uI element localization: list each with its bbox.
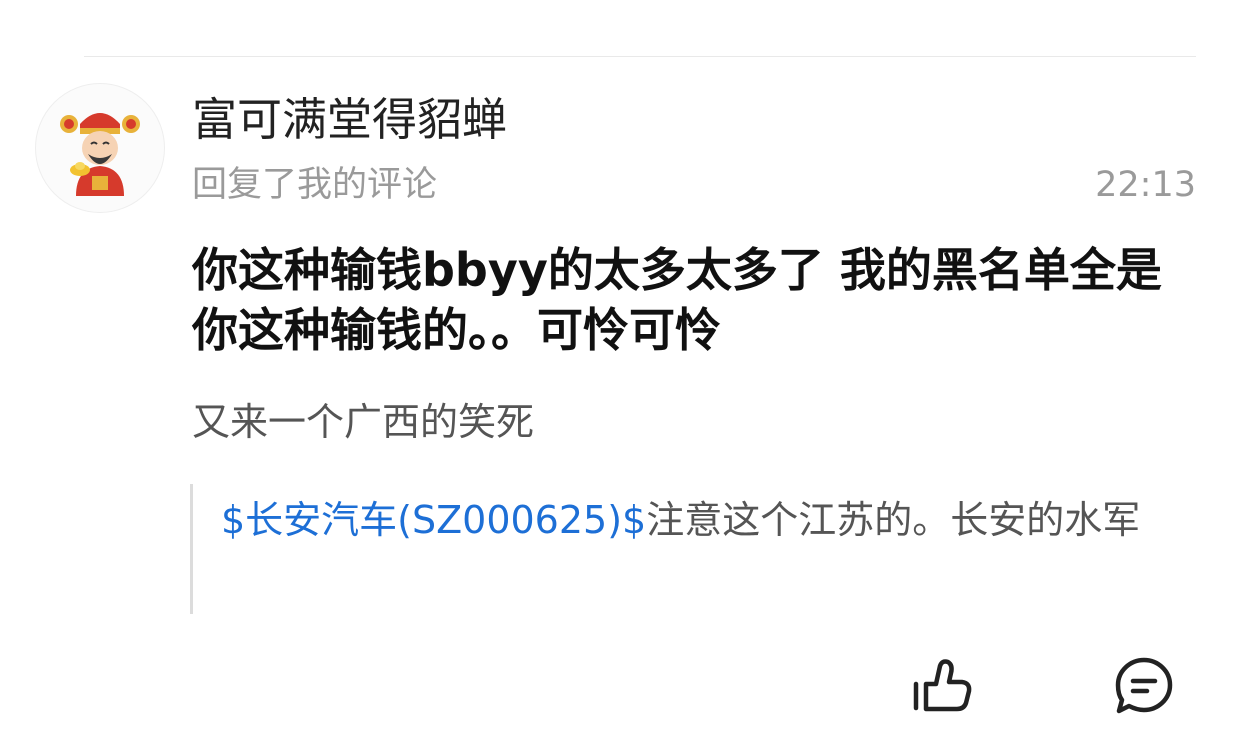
god-of-wealth-avatar-icon [60, 113, 140, 196]
like-button[interactable] [910, 656, 974, 720]
reply-notification-card: 富可满堂得貂蝉 回复了我的评论 22:13 你这种输钱bbyy的太多太多了 我的… [0, 0, 1244, 740]
comment-bubble-icon [1115, 657, 1173, 714]
stock-link[interactable]: $长安汽车(SZ000625)$ [221, 498, 646, 542]
username[interactable]: 富可满堂得貂蝉 [192, 92, 507, 148]
thumbs-up-icon [913, 659, 972, 712]
quoted-post-text: $长安汽车(SZ000625)$注意这个江苏的。长安的水军 [221, 490, 1171, 550]
reply-text[interactable]: 你这种输钱bbyy的太多太多了 我的黑名单全是你这种输钱的。。可怜可怜 [192, 240, 1182, 360]
quoted-post[interactable]: $长安汽车(SZ000625)$注意这个江苏的。长安的水军 [190, 484, 1183, 614]
reply-action-text: 回复了我的评论 [192, 165, 438, 205]
quoted-post-body: 注意这个江苏的。长安的水军 [646, 498, 1141, 542]
comment-button[interactable] [1113, 655, 1175, 717]
timestamp: 22:13 [1095, 165, 1196, 205]
divider [84, 56, 1196, 57]
my-comment-text[interactable]: 又来一个广西的笑死 [192, 396, 534, 448]
avatar[interactable] [35, 83, 165, 213]
